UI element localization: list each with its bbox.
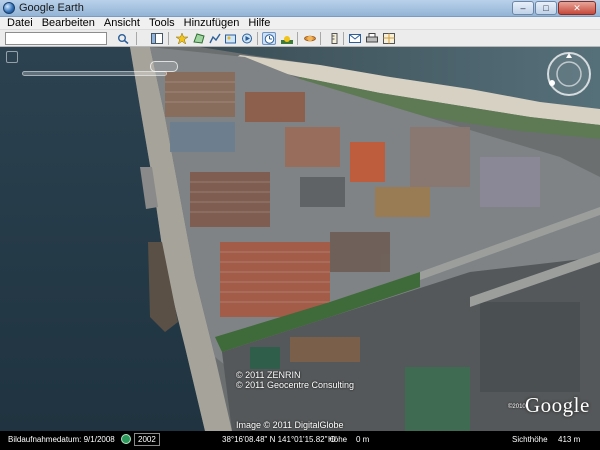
- polygon-icon[interactable]: [192, 32, 206, 45]
- window-controls: – □ ✕: [512, 1, 596, 15]
- toolbar-separator: [136, 32, 137, 45]
- coordinates-readout: 38°16'08.48" N 141°01'15.82" O: [222, 435, 336, 444]
- toolbar-separator: [257, 32, 258, 45]
- historical-imagery-clock-icon[interactable]: [121, 434, 131, 444]
- print-icon[interactable]: [365, 32, 379, 45]
- ruler-icon[interactable]: [328, 32, 342, 45]
- toolbar-separator: [320, 32, 321, 45]
- tour-icon[interactable]: [240, 32, 254, 45]
- toolbar-separator: [297, 32, 298, 45]
- toolbar-separator: [343, 32, 344, 45]
- placemark-icon[interactable]: [175, 32, 189, 45]
- imagery-date: Bildaufnahmedatum: 9/1/2008: [8, 435, 115, 444]
- navigation-compass-icon[interactable]: [545, 50, 593, 98]
- elevation-label: Höhe: [328, 435, 348, 444]
- window-title: Google Earth: [19, 2, 84, 14]
- google-earth-window: Google Earth – □ ✕ Datei Bearbeiten Ansi…: [0, 0, 600, 450]
- maximize-button[interactable]: □: [535, 1, 557, 15]
- toolbar: [0, 30, 600, 47]
- menu-hilfe[interactable]: Hilfe: [248, 17, 270, 29]
- historical-year-button[interactable]: 2002: [134, 433, 160, 446]
- google-logo: Google: [525, 393, 590, 417]
- map-attribution: © 2011 ZENRIN © 2011 Geocentre Consultin…: [236, 370, 354, 390]
- close-button[interactable]: ✕: [558, 1, 596, 15]
- email-icon[interactable]: [348, 32, 362, 45]
- sun-icon[interactable]: [280, 32, 294, 45]
- elevation-value: 0 m: [356, 435, 370, 444]
- menu-datei[interactable]: Datei: [7, 17, 33, 29]
- google-earth-app-icon: [3, 2, 15, 14]
- menu-bar: Datei Bearbeiten Ansicht Tools Hinzufüge…: [0, 17, 600, 30]
- menu-hinzufuegen[interactable]: Hinzufügen: [184, 17, 240, 29]
- menu-ansicht[interactable]: Ansicht: [104, 17, 140, 29]
- time-slider[interactable]: [22, 71, 167, 76]
- earth-3d-view[interactable]: © 2011 ZENRIN © 2011 Geocentre Consultin…: [0, 47, 600, 431]
- toolbar-separator: [168, 32, 169, 45]
- menu-tools[interactable]: Tools: [149, 17, 175, 29]
- eye-altitude-value: 413 m: [558, 435, 581, 444]
- google-logo-copyright: ©2010: [508, 404, 526, 410]
- geocentre-credit: © 2011 Geocentre Consulting: [236, 380, 355, 390]
- historical-imagery-icon[interactable]: [262, 32, 276, 45]
- eye-altitude-label: Sichthöhe: [512, 435, 548, 444]
- title-bar: Google Earth – □ ✕: [0, 0, 600, 17]
- nav-toggle-handle[interactable]: [6, 51, 18, 63]
- view-in-maps-icon[interactable]: [382, 32, 396, 45]
- sidebar-icon[interactable]: [150, 32, 164, 45]
- search-icon[interactable]: [116, 32, 130, 45]
- time-slider-thumb[interactable]: [150, 61, 178, 72]
- zenrin-credit: © 2011 ZENRIN: [236, 370, 301, 380]
- menu-bearbeiten[interactable]: Bearbeiten: [42, 17, 95, 29]
- minimize-button[interactable]: –: [512, 1, 534, 15]
- search-input[interactable]: [5, 32, 107, 45]
- image-credit: Image © 2011 DigitalGlobe: [236, 420, 344, 430]
- planet-icon[interactable]: [303, 32, 317, 45]
- image-overlay-icon[interactable]: [224, 32, 238, 45]
- status-bar: Bildaufnahmedatum: 9/1/2008 2002 38°16'0…: [0, 431, 600, 450]
- path-icon[interactable]: [208, 32, 222, 45]
